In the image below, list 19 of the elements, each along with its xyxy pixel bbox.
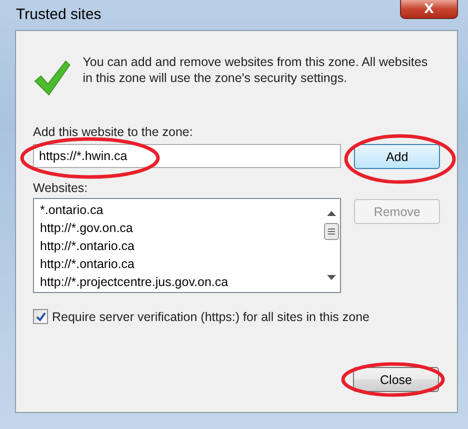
window-close-button[interactable]: X [400,0,458,19]
list-item[interactable]: *.ontario.ca [40,201,322,219]
checkbox-label: Require server verification (https:) for all sites in this zone [52,310,370,324]
list-item[interactable]: http://*.gov.on.ca [40,219,322,237]
scroll-up-icon[interactable] [326,211,336,216]
close-dialog-button[interactable]: Close [353,367,439,392]
scroll-thumb-icon[interactable] [324,223,339,240]
window-title: Trusted sites [16,6,102,23]
field-label: Add this website to the zone: [33,125,194,139]
list-label: Websites: [33,181,89,195]
list-item[interactable]: http://*.ontario.ca [40,237,322,255]
list-item[interactable]: http://*.ontario.ca [40,255,322,273]
scroll-down-icon[interactable] [326,275,336,280]
info-text: You can add and remove websites from this zone. All websites in this zone will use the zone's security settings. [82,54,429,86]
list-item[interactable]: http://*.projectcentre.jus.gov.on.ca [40,273,322,291]
add-button[interactable]: Add [354,144,440,169]
checkbox[interactable] [33,309,48,324]
website-input-field[interactable]: https://*.hwin.ca [33,144,342,168]
checkmark-icon [33,59,71,97]
